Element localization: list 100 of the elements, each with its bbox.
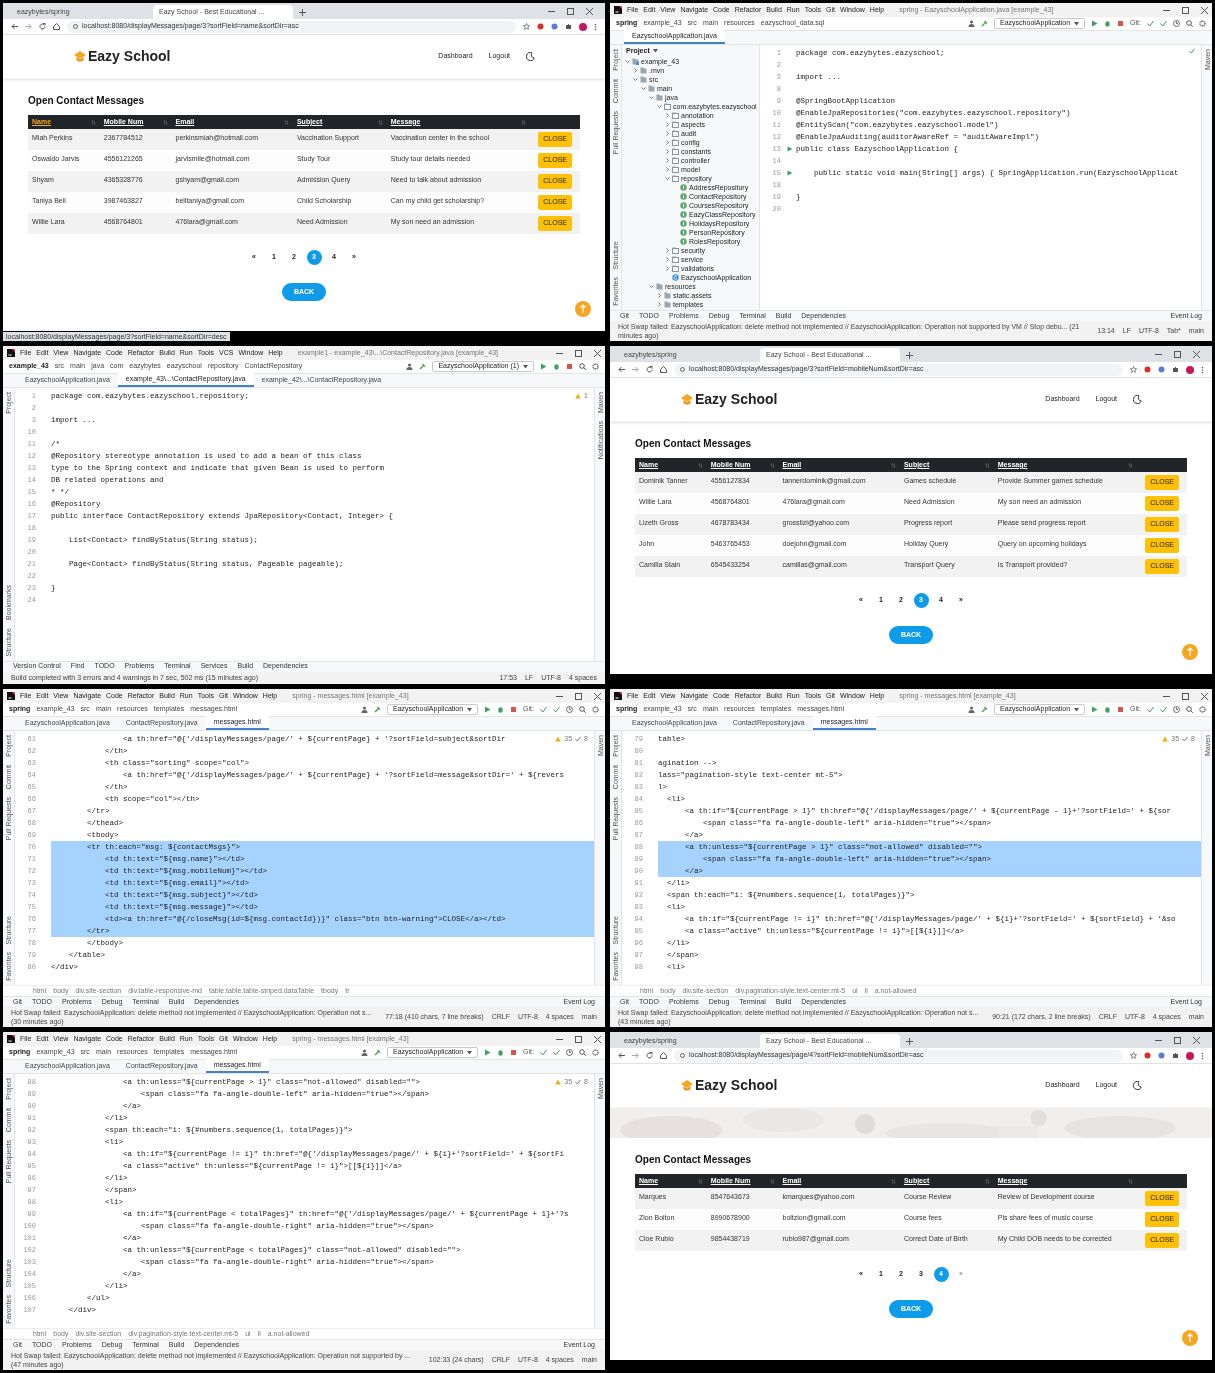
hammer-icon[interactable]: [374, 1049, 382, 1056]
bug-icon[interactable]: [553, 363, 560, 370]
chevron-right-icon[interactable]: [665, 122, 670, 127]
hammer-icon[interactable]: [981, 20, 989, 27]
avatar-icon[interactable]: [1186, 1051, 1194, 1060]
person-icon[interactable]: [968, 20, 976, 27]
person-icon[interactable]: [406, 363, 414, 370]
puzzle-icon[interactable]: [1172, 366, 1179, 373]
maximize-icon[interactable]: [1182, 692, 1189, 700]
forward-icon[interactable]: [25, 23, 32, 30]
chevron-right-icon[interactable]: [665, 149, 670, 154]
close-icon[interactable]: [1193, 1036, 1200, 1044]
person-icon[interactable]: [968, 706, 976, 713]
moon-icon[interactable]: [1133, 1081, 1142, 1090]
chevron-right-icon[interactable]: [657, 293, 662, 298]
chevron-right-icon[interactable]: [665, 131, 670, 136]
chevron-right-icon[interactable]: [665, 266, 670, 271]
settings-icon[interactable]: [1199, 20, 1206, 27]
back-icon[interactable]: [618, 366, 625, 373]
maximize-icon[interactable]: [1174, 1036, 1181, 1044]
logo-text[interactable]: Eazy School: [88, 46, 171, 67]
bug-icon[interactable]: [1104, 706, 1112, 713]
plus-icon[interactable]: [906, 352, 913, 359]
close-icon[interactable]: [1193, 350, 1200, 358]
search-icon[interactable]: [1186, 20, 1193, 27]
history-icon[interactable]: [566, 706, 573, 713]
stop-icon[interactable]: [1117, 706, 1125, 713]
puzzle-icon[interactable]: [565, 23, 572, 30]
search-icon[interactable]: [579, 706, 586, 713]
stop-icon[interactable]: [566, 363, 573, 370]
chevron-right-icon[interactable]: [665, 248, 670, 253]
search-icon[interactable]: [1186, 706, 1193, 713]
run-icon[interactable]: [484, 706, 492, 713]
run-icon[interactable]: [1091, 20, 1099, 27]
maximize-icon[interactable]: [1174, 350, 1181, 358]
close-icon[interactable]: [1201, 692, 1208, 700]
close-icon[interactable]: [586, 7, 593, 15]
plus-icon[interactable]: [299, 9, 306, 16]
star-icon[interactable]: [1130, 366, 1137, 373]
maximize-icon[interactable]: [1182, 6, 1189, 14]
avatar-icon[interactable]: [1186, 365, 1194, 374]
settings-icon[interactable]: [592, 363, 599, 370]
forward-icon[interactable]: [632, 1052, 639, 1059]
caret-icon[interactable]: [652, 49, 658, 53]
stop-icon[interactable]: [1117, 20, 1125, 27]
maximize-icon[interactable]: [567, 7, 574, 15]
info-icon[interactable]: [680, 1053, 685, 1058]
person-icon[interactable]: [361, 1049, 369, 1056]
hammer-icon[interactable]: [981, 706, 989, 713]
more-icon[interactable]: [594, 22, 597, 31]
stop-icon[interactable]: [510, 706, 518, 713]
moon-icon[interactable]: [1133, 395, 1142, 404]
puzzle-icon[interactable]: [1172, 1052, 1179, 1059]
home-icon[interactable]: [660, 366, 667, 373]
chevron-right-icon[interactable]: [633, 68, 638, 73]
more-icon[interactable]: [1201, 1051, 1204, 1060]
search-icon[interactable]: [579, 363, 586, 370]
maximize-icon[interactable]: [575, 692, 582, 700]
chevron-down-icon[interactable]: [649, 284, 654, 289]
back-icon[interactable]: [11, 23, 18, 30]
reload-icon[interactable]: [39, 23, 46, 30]
moon-icon[interactable]: [526, 52, 535, 61]
check-icon[interactable]: [1189, 48, 1195, 54]
chevron-down-icon[interactable]: [625, 59, 630, 64]
info-icon[interactable]: [680, 367, 685, 372]
check-icon[interactable]: [1182, 736, 1189, 743]
close-icon[interactable]: [594, 1035, 601, 1043]
settings-icon[interactable]: [592, 1049, 599, 1056]
close-icon[interactable]: [1201, 6, 1208, 14]
settings-icon[interactable]: [592, 706, 599, 713]
chevron-right-icon[interactable]: [665, 167, 670, 172]
bug-icon[interactable]: [1104, 20, 1112, 27]
history-icon[interactable]: [566, 1049, 573, 1056]
reload-icon[interactable]: [646, 1052, 653, 1059]
check-icon[interactable]: [575, 1079, 582, 1086]
logo-text[interactable]: Eazy School: [695, 1075, 778, 1096]
plus-icon[interactable]: [906, 1038, 913, 1045]
more-icon[interactable]: [1201, 365, 1204, 374]
chevron-right-icon[interactable]: [665, 113, 670, 118]
check-icon[interactable]: [575, 736, 582, 743]
logo-text[interactable]: Eazy School: [695, 389, 778, 410]
maximize-icon[interactable]: [575, 349, 582, 357]
chevron-right-icon[interactable]: [665, 140, 670, 145]
settings-icon[interactable]: [1199, 706, 1206, 713]
run-icon[interactable]: [1091, 706, 1099, 713]
hammer-icon[interactable]: [374, 706, 382, 713]
run-icon[interactable]: [787, 170, 793, 176]
run-icon[interactable]: [484, 1049, 492, 1056]
run-icon[interactable]: [787, 146, 793, 152]
star-icon[interactable]: [1130, 1052, 1137, 1059]
forward-icon[interactable]: [632, 366, 639, 373]
chevron-down-icon[interactable]: [657, 104, 662, 109]
bug-icon[interactable]: [497, 1049, 505, 1056]
history-icon[interactable]: [1173, 706, 1180, 713]
home-icon[interactable]: [660, 1052, 667, 1059]
close-icon[interactable]: [594, 692, 601, 700]
back-icon[interactable]: [618, 1052, 625, 1059]
bug-icon[interactable]: [497, 706, 505, 713]
maximize-icon[interactable]: [575, 1035, 582, 1043]
person-icon[interactable]: [361, 706, 369, 713]
